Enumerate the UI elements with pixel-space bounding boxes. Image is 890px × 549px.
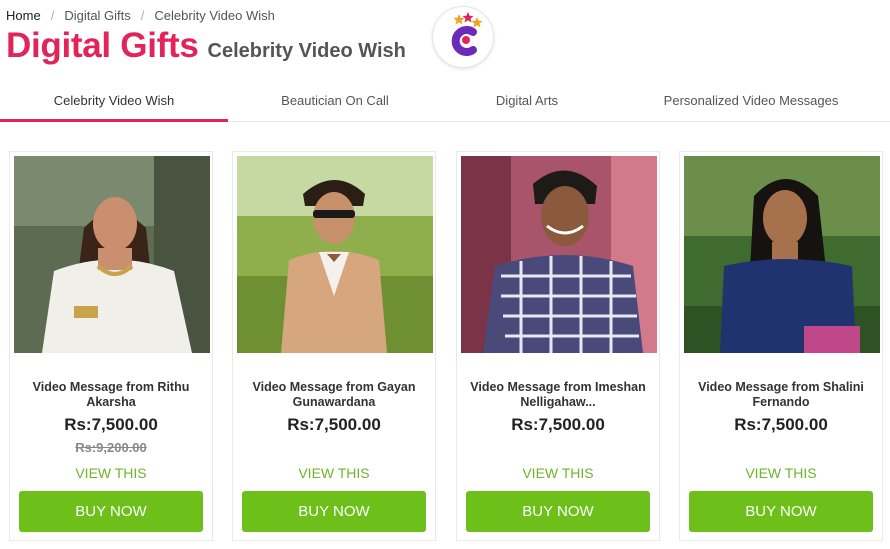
product-price: Rs:7,500.00 — [287, 415, 381, 434]
woman-in-blue-top-photo[interactable] — [684, 156, 880, 353]
breadcrumb-separator: / — [140, 8, 145, 23]
tab-digital-arts[interactable]: Digital Arts — [442, 84, 612, 122]
man-in-plaid-shirt-photo[interactable] — [461, 156, 657, 353]
breadcrumb-separator: / — [50, 8, 55, 23]
product-card: Video Message from Gayan Gunawardana Rs:… — [232, 151, 436, 541]
product-title[interactable]: Video Message from Imeshan Nelligahaw... — [463, 380, 653, 410]
product-card: Video Message from Rithu Akarsha Rs:7,50… — [9, 151, 213, 541]
product-price: Rs:7,500.00 — [734, 415, 828, 434]
view-this-link[interactable]: VIEW THIS — [233, 465, 435, 481]
breadcrumb-home[interactable]: Home — [6, 8, 41, 23]
page-title: Digital Gifts — [6, 26, 199, 65]
man-in-tan-suit-photo[interactable] — [237, 156, 433, 353]
buy-now-button[interactable]: BUY NOW — [466, 491, 650, 532]
product-title[interactable]: Video Message from Gayan Gunawardana — [239, 380, 429, 410]
buy-now-button[interactable]: BUY NOW — [689, 491, 873, 532]
product-price: Rs:7,500.00 — [64, 415, 158, 434]
tab-personalized-video-messages[interactable]: Personalized Video Messages — [612, 84, 890, 122]
page-subtitle: Celebrity Video Wish — [207, 40, 406, 62]
breadcrumb-current: Celebrity Video Wish — [154, 8, 275, 23]
buy-now-button[interactable]: BUY NOW — [242, 491, 426, 532]
buy-now-button[interactable]: BUY NOW — [19, 491, 203, 532]
woman-in-white-dress-photo[interactable] — [14, 156, 210, 353]
page-heading: Digital Gifts Celebrity Video Wish — [6, 26, 406, 66]
product-old-price: Rs:9,200.00 — [75, 440, 147, 455]
view-this-link[interactable]: VIEW THIS — [10, 465, 212, 481]
tab-beautician-on-call[interactable]: Beautician On Call — [228, 84, 442, 122]
view-this-link[interactable]: VIEW THIS — [457, 465, 659, 481]
view-this-link[interactable]: VIEW THIS — [680, 465, 882, 481]
breadcrumb-digital-gifts[interactable]: Digital Gifts — [64, 8, 130, 23]
category-tabs: Celebrity Video Wish Beautician On Call … — [0, 84, 890, 122]
product-card: Video Message from Shalini Fernando Rs:7… — [679, 151, 883, 541]
star-c-logo-icon — [432, 6, 494, 68]
product-card: Video Message from Imeshan Nelligahaw...… — [456, 151, 660, 541]
product-title[interactable]: Video Message from Rithu Akarsha — [16, 380, 206, 410]
tab-celebrity-video-wish[interactable]: Celebrity Video Wish — [0, 84, 228, 122]
product-title[interactable]: Video Message from Shalini Fernando — [686, 380, 876, 410]
breadcrumb: Home / Digital Gifts / Celebrity Video W… — [6, 8, 275, 23]
product-price: Rs:7,500.00 — [511, 415, 605, 434]
